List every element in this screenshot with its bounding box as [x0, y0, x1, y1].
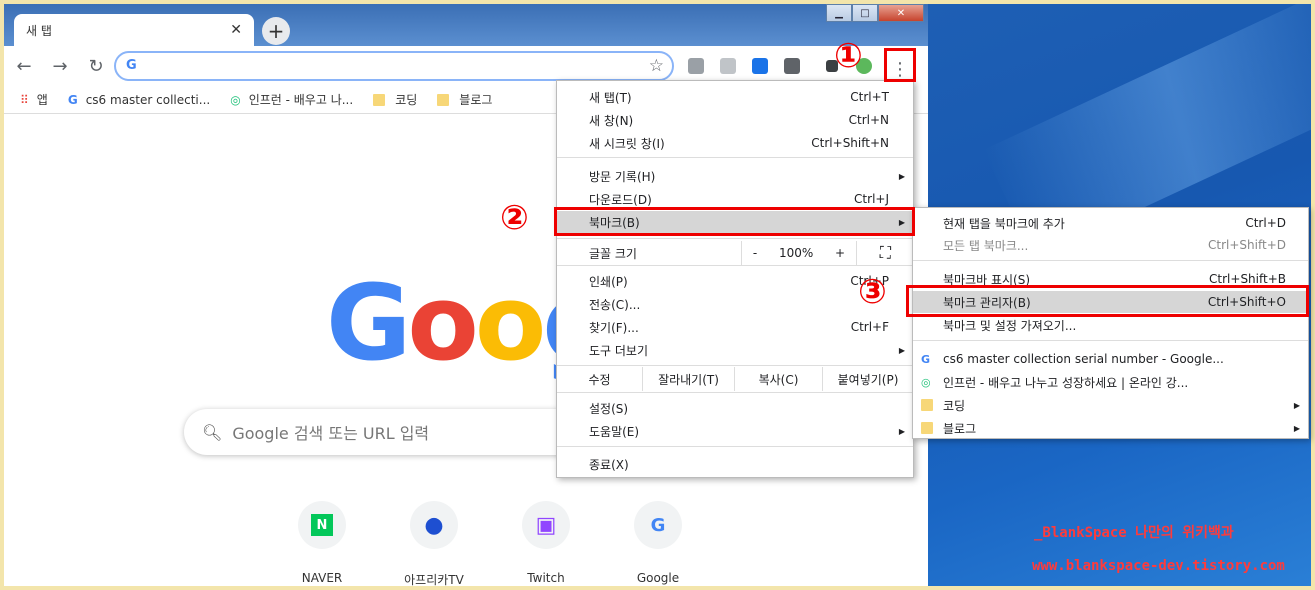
- submenu-add-bookmark[interactable]: 현재 탭을 북마크에 추가 Ctrl+D: [913, 212, 1308, 234]
- maximize-button[interactable]: □: [852, 4, 878, 22]
- submenu-import-bookmarks[interactable]: 북마크 및 설정 가져오기...: [913, 314, 1308, 336]
- minimize-button[interactable]: ▁: [826, 4, 852, 22]
- submenu-bookmark-all-tabs[interactable]: 모든 탭 북마크... Ctrl+Shift+D: [913, 234, 1308, 256]
- back-button[interactable]: ←: [8, 50, 40, 82]
- annotation-number-1: ①: [834, 36, 863, 76]
- shortcut-twitch[interactable]: ▣ Twitch: [490, 501, 602, 586]
- paste-button[interactable]: 붙여넣기(P): [823, 367, 913, 391]
- bookmark-folder-blog[interactable]: 블로그: [437, 91, 492, 108]
- google-icon: G: [921, 352, 931, 366]
- watermark-title: _BlankSpace 나만의 위키백과: [1034, 525, 1234, 541]
- menu-separator: [557, 446, 913, 447]
- submenu-arrow-icon: ▶: [1293, 400, 1300, 410]
- edit-label: 수정: [557, 367, 643, 391]
- title-bar: 새 탭 ✕ + ▁ □ ✕: [4, 4, 928, 46]
- zoom-out-button[interactable]: -: [753, 246, 757, 260]
- forward-button[interactable]: →: [44, 50, 76, 82]
- tab-close-icon[interactable]: ✕: [230, 22, 242, 38]
- menu-item-find[interactable]: 찾기(F)... Ctrl+F: [557, 316, 913, 338]
- bookmark-folder-coding[interactable]: 코딩: [373, 91, 417, 108]
- watermark-url: www.blankspace-dev.tistory.com: [1032, 558, 1285, 574]
- submenu-arrow-icon: ▶: [898, 171, 905, 181]
- submenu-folder-blog[interactable]: 블로그 ▶: [913, 417, 1308, 439]
- menu-item-incognito[interactable]: 새 시크릿 창(I) Ctrl+Shift+N: [557, 132, 913, 154]
- google-icon: G: [634, 501, 682, 549]
- shortcut-afreecatv[interactable]: ● 아프리카TV: [378, 501, 490, 586]
- copy-button[interactable]: 복사(C): [735, 367, 823, 391]
- apps-icon: ⠿: [20, 92, 29, 107]
- bookmark-apps[interactable]: ⠿ 앱: [20, 91, 48, 108]
- search-placeholder: Google 검색 또는 URL 입력: [232, 424, 430, 443]
- submenu-folder-coding[interactable]: 코딩 ▶: [913, 394, 1308, 416]
- folder-icon: [921, 422, 933, 434]
- reload-button[interactable]: ↻: [80, 50, 112, 82]
- bookmark-star-icon[interactable]: ☆: [649, 56, 664, 76]
- address-bar[interactable]: G ☆: [114, 51, 674, 81]
- menu-item-new-tab[interactable]: 새 탭(T) Ctrl+T: [557, 86, 913, 108]
- annotation-number-2: ②: [500, 198, 529, 238]
- zoom-controls: - 100% +: [741, 241, 857, 265]
- menu-item-history[interactable]: 방문 기록(H) ▶: [557, 165, 913, 187]
- folder-icon: [921, 399, 933, 411]
- extension-icon-4[interactable]: [784, 58, 800, 74]
- new-tab-button[interactable]: +: [262, 17, 290, 45]
- shortcut-tiles: N NAVER ● 아프리카TV ▣ Twitch G Google: [266, 501, 714, 586]
- search-icon: 🔍︎: [202, 422, 223, 442]
- bookmark-cs6[interactable]: G cs6 master collecti...: [68, 93, 210, 107]
- inflearn-icon: ◎: [230, 92, 241, 107]
- tab-title: 새 탭: [26, 23, 52, 38]
- folder-icon: [373, 93, 386, 106]
- afreecatv-icon: ●: [410, 501, 458, 549]
- zoom-in-button[interactable]: +: [835, 246, 845, 260]
- bookmark-inflearn[interactable]: ◎ 인프런 - 배우고 나...: [230, 91, 353, 108]
- bookmarks-submenu: 현재 탭을 북마크에 추가 Ctrl+D 모든 탭 북마크... Ctrl+Sh…: [912, 207, 1309, 439]
- menu-separator: [557, 392, 913, 393]
- submenu-separator: [913, 260, 1308, 261]
- naver-icon: N: [298, 501, 346, 549]
- submenu-arrow-icon: ▶: [898, 345, 905, 355]
- shortcut-google[interactable]: G Google: [602, 501, 714, 586]
- submenu-arrow-icon: ▶: [898, 426, 905, 436]
- menu-item-exit[interactable]: 종료(X): [557, 453, 913, 475]
- menu-item-more-tools[interactable]: 도구 더보기 ▶: [557, 339, 913, 361]
- cut-button[interactable]: 잘라내기(T): [643, 367, 735, 391]
- annotation-number-3: ③: [858, 272, 887, 312]
- extension-icon-1[interactable]: [688, 58, 704, 74]
- folder-icon: [437, 93, 450, 106]
- submenu-arrow-icon: ▶: [1293, 423, 1300, 433]
- menu-zoom-row: 글꼴 크기 - 100% + ⛶: [557, 241, 913, 265]
- tab-new-tab[interactable]: 새 탭 ✕: [14, 14, 254, 46]
- submenu-bookmark-cs6[interactable]: G cs6 master collection serial number - …: [913, 348, 1308, 370]
- annotation-box-menu-button: [884, 48, 916, 82]
- menu-item-settings[interactable]: 설정(S): [557, 397, 913, 419]
- menu-edit-row: 수정 잘라내기(T) 복사(C) 붙여넣기(P): [557, 367, 913, 391]
- annotation-box-bookmarks: [554, 207, 915, 236]
- inflearn-icon: ◎: [921, 375, 931, 389]
- menu-item-help[interactable]: 도움말(E) ▶: [557, 420, 913, 442]
- menu-separator: [557, 265, 913, 266]
- annotation-box-bookmark-manager: [906, 285, 1309, 317]
- google-icon: G: [126, 58, 137, 73]
- extension-icon-2[interactable]: [720, 58, 736, 74]
- menu-separator: [557, 238, 913, 239]
- google-icon: G: [67, 92, 78, 107]
- menu-item-new-window[interactable]: 새 창(N) Ctrl+N: [557, 109, 913, 131]
- twitch-icon: ▣: [522, 501, 570, 549]
- submenu-bookmark-inflearn[interactable]: ◎ 인프런 - 배우고 나누고 성장하세요 | 온라인 강...: [913, 371, 1308, 393]
- submenu-separator: [913, 340, 1308, 341]
- extension-icon-3[interactable]: [752, 58, 768, 74]
- menu-separator: [557, 157, 913, 158]
- fullscreen-icon[interactable]: ⛶: [880, 243, 891, 263]
- close-window-button[interactable]: ✕: [878, 4, 924, 22]
- zoom-level: 100%: [778, 246, 814, 260]
- menu-separator: [557, 365, 913, 366]
- window-controls: ▁ □ ✕: [826, 4, 924, 22]
- shortcut-naver[interactable]: N NAVER: [266, 501, 378, 586]
